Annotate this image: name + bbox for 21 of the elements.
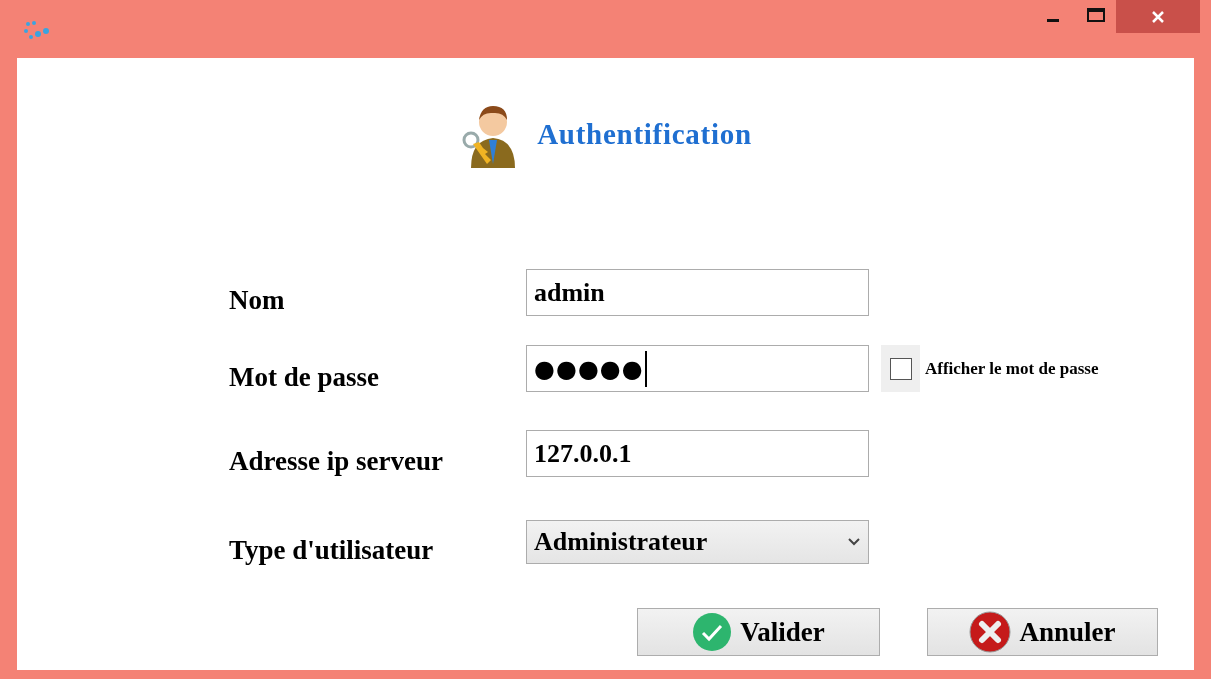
field-label: Adresse ip serveur	[228, 445, 444, 478]
field-label: Nom	[228, 284, 286, 317]
dropdown-value: Administrateur	[534, 526, 708, 559]
password-field[interactable]: ●●●●●	[526, 345, 869, 393]
input-field[interactable]: admin	[526, 268, 869, 316]
check-icon	[692, 612, 733, 652]
dialog-title: Authentification	[537, 117, 752, 153]
validate-button[interactable]: Valider	[637, 608, 880, 656]
app-icon	[22, 20, 52, 42]
chevron-down-icon	[848, 537, 860, 546]
minimize-icon	[1047, 18, 1059, 22]
input-field[interactable]: 127.0.0.1	[526, 429, 869, 477]
field-label: Mot de passe	[228, 360, 380, 394]
checkbox[interactable]	[889, 357, 912, 380]
cancel-button[interactable]: Annuler	[927, 608, 1158, 656]
close-icon	[1151, 9, 1165, 24]
dropdown[interactable]: Administrateur	[526, 519, 869, 564]
maximize-icon	[1087, 8, 1105, 22]
cancel-icon	[969, 611, 1012, 653]
checkbox-label: Afficher le mot de passe	[925, 358, 1099, 380]
field-label: Type d'utilisateur	[228, 533, 435, 567]
